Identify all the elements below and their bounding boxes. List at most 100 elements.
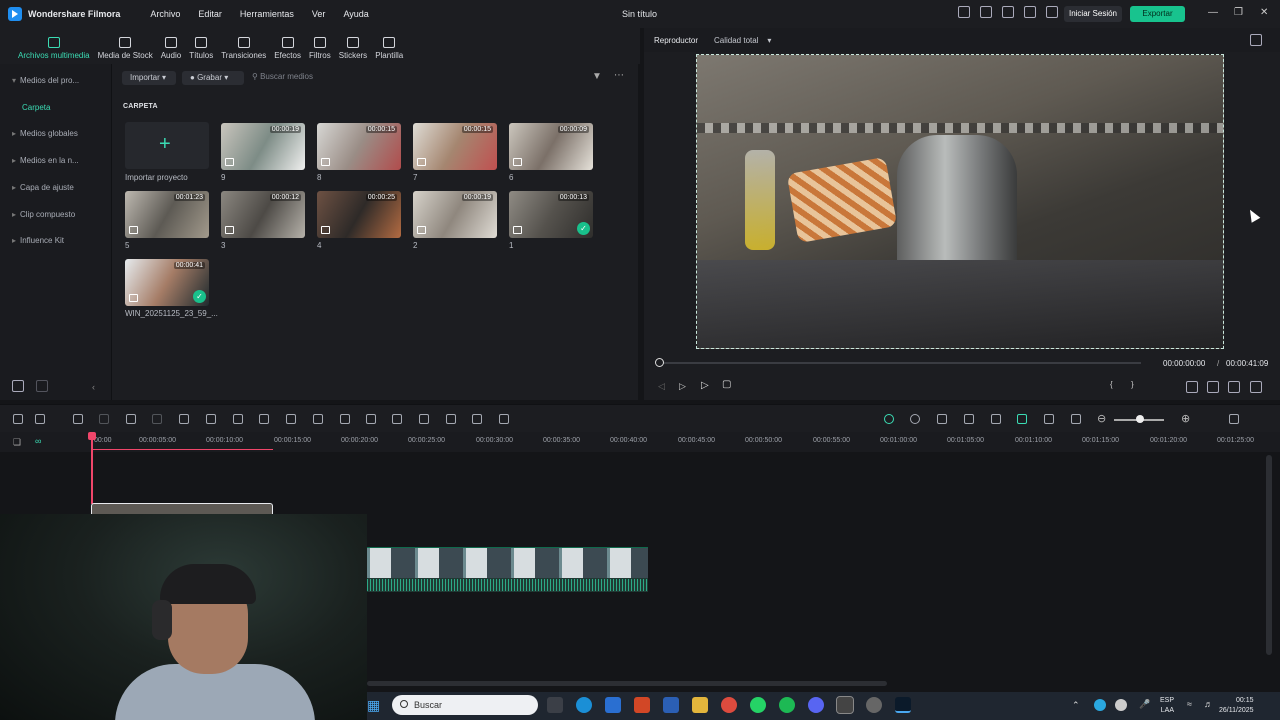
media-clip-9[interactable]: 00:00:19 (221, 123, 305, 170)
minimize-icon[interactable]: — (1208, 7, 1218, 18)
menu-herramientas[interactable]: Herramientas (240, 9, 294, 19)
shape-icon[interactable] (233, 414, 243, 424)
taskbar-search-input[interactable]: Buscar (392, 695, 538, 715)
select-tool-icon[interactable] (35, 414, 45, 424)
prev-frame-icon[interactable]: ◁ (658, 381, 665, 392)
apps-grid-icon[interactable] (1046, 6, 1058, 18)
audio-sync-icon[interactable] (446, 414, 456, 424)
media-clip-3[interactable]: 00:00:12 (221, 191, 305, 238)
file-explorer-icon[interactable] (692, 697, 708, 713)
progress-track[interactable] (659, 362, 1141, 364)
ai-icon[interactable] (884, 414, 894, 424)
tab-archivos-multimedia[interactable]: Archivos multimedia (18, 30, 90, 64)
microphone-icon[interactable]: 🎤 (1139, 699, 1150, 710)
import-button[interactable]: Importar ▾ (122, 71, 176, 85)
timeline-vertical-scrollbar[interactable] (1266, 455, 1272, 655)
volume-icon[interactable] (1228, 381, 1240, 393)
menu-editar[interactable]: Editar (198, 9, 222, 19)
display-icon[interactable] (1186, 381, 1198, 393)
playhead[interactable] (91, 434, 93, 504)
media-clip-2[interactable]: 00:00:19 (413, 191, 497, 238)
split-icon[interactable] (152, 414, 162, 424)
playhead-handle[interactable] (88, 432, 96, 440)
menu-ver[interactable]: Ver (312, 9, 326, 19)
windows-start-icon[interactable]: ▦ (367, 697, 380, 714)
filter-icon[interactable]: ▼ (592, 71, 602, 82)
edge-icon[interactable] (576, 697, 592, 713)
discord-icon[interactable] (808, 697, 824, 713)
wifi-icon[interactable]: ≈ (1187, 699, 1192, 709)
delete-icon[interactable] (126, 414, 136, 424)
progress-handle[interactable] (655, 358, 664, 367)
search-input[interactable]: ⚲ Buscar medios (252, 72, 313, 81)
undo-icon[interactable] (73, 414, 83, 424)
voice-icon[interactable] (991, 414, 1001, 424)
collapse-icon[interactable]: ‹ (92, 382, 95, 392)
login-button[interactable]: Iniciar Sesión (1064, 6, 1122, 22)
onedrive-icon[interactable] (1115, 699, 1127, 711)
marker-icon[interactable] (937, 414, 947, 424)
tab-efectos[interactable]: Efectos (274, 30, 301, 64)
speed-icon[interactable] (340, 414, 350, 424)
word-icon[interactable] (663, 697, 679, 713)
media-clip-5[interactable]: 00:01:23 (125, 191, 209, 238)
sidebar-item-carpeta[interactable]: Carpeta (22, 103, 50, 112)
sidebar-item-influence-kit[interactable]: ▸ Influence Kit (12, 236, 64, 245)
tab-filtros[interactable]: Filtros (309, 30, 331, 64)
media-clip-7[interactable]: 00:00:15 (413, 123, 497, 170)
grid-view-icon[interactable] (1229, 414, 1239, 424)
more-options-icon[interactable]: ⋯ (614, 70, 624, 81)
link-icon[interactable]: ∞ (35, 436, 41, 446)
support-icon[interactable] (1024, 6, 1036, 18)
media-clip-6[interactable]: 00:00:09 (509, 123, 593, 170)
chevron-up-icon[interactable]: ⌃ (1072, 700, 1080, 711)
sidebar-item-medios-del-proyecto[interactable]: ▾ Medios del pro... (12, 76, 79, 85)
tab-stickers[interactable]: Stickers (339, 30, 367, 64)
adjust-icon[interactable] (419, 414, 429, 424)
layout-icon[interactable] (958, 6, 970, 18)
language-indicator[interactable]: ESP LAA (1160, 696, 1174, 716)
media-clip-1[interactable]: 00:00:13 ✓ (509, 191, 593, 238)
powerpoint-icon[interactable] (634, 697, 650, 713)
whatsapp-icon[interactable] (750, 697, 766, 713)
layout-grid-icon[interactable] (13, 414, 23, 424)
text-tool-icon[interactable] (206, 414, 216, 424)
media-clip-4[interactable]: 00:00:25 (317, 191, 401, 238)
mask-icon[interactable] (313, 414, 323, 424)
new-folder-icon[interactable] (12, 380, 24, 392)
tab-plantilla[interactable]: Plantilla (375, 30, 403, 64)
zoom-in-icon[interactable]: ⊕ (1181, 412, 1190, 425)
restore-icon[interactable]: ❐ (1234, 7, 1243, 18)
zoom-handle[interactable] (1136, 415, 1144, 423)
keyframe-icon[interactable] (392, 414, 402, 424)
color-icon[interactable] (286, 414, 296, 424)
mark-out-icon[interactable]: } (1131, 380, 1134, 389)
chrome-icon[interactable] (721, 697, 737, 713)
menu-archivo[interactable]: Archivo (150, 9, 180, 19)
player-viewport[interactable] (644, 52, 1280, 350)
rotate-icon[interactable] (259, 414, 269, 424)
zoom-out-icon[interactable]: ⊖ (1097, 412, 1106, 425)
filmora-taskbar-icon[interactable] (836, 696, 854, 714)
spotify-icon[interactable] (779, 697, 795, 713)
add-track-icon[interactable]: ❏ (13, 437, 21, 448)
obs-icon[interactable] (866, 697, 882, 713)
mic-icon[interactable] (964, 414, 974, 424)
cloud-icon[interactable] (1002, 6, 1014, 18)
camera-icon[interactable] (1207, 381, 1219, 393)
zoom-slider[interactable] (1114, 415, 1164, 423)
mark-in-icon[interactable]: { (1110, 380, 1113, 389)
media-clip-webcam[interactable]: 00:00:41 ✓ (125, 259, 209, 306)
sidebar-item-clip-compuesto[interactable]: ▸ Clip compuesto (12, 210, 75, 219)
tab-transiciones[interactable]: Transiciones (221, 30, 266, 64)
sidebar-item-capa-de-ajuste[interactable]: ▸ Capa de ajuste (12, 183, 74, 192)
task-view-icon[interactable] (547, 697, 563, 713)
save-icon[interactable] (980, 6, 992, 18)
system-clock[interactable]: 00:15 26/11/2025 (1219, 696, 1254, 716)
export-button[interactable]: Exportar (1130, 6, 1185, 22)
crop-icon[interactable] (179, 414, 189, 424)
play-icon[interactable]: ▷ (701, 380, 709, 391)
sidebar-item-medios-globales[interactable]: ▸ Medios globales (12, 129, 78, 138)
step-play-icon[interactable]: ▷ (679, 381, 686, 392)
snap-icon[interactable] (1017, 414, 1027, 424)
